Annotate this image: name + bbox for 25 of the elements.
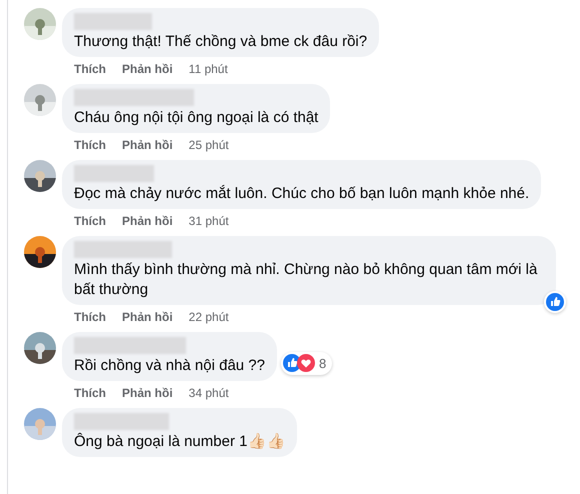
comment-text: Ông bà ngoại là number 1👍🏻👍🏻 xyxy=(74,432,286,452)
comment-time: 34 phút xyxy=(188,385,229,402)
comment-text: Đọc mà chảy nước mắt luôn. Chúc cho bố bạn luôn mạnh khỏe nhé. xyxy=(74,184,530,204)
comment-time: 31 phút xyxy=(188,213,229,230)
comment-time: 22 phút xyxy=(188,309,229,326)
action-link[interactable]: Phản hồi xyxy=(122,212,173,230)
comment-time: 11 phút xyxy=(188,61,228,78)
comment-text: Cháu ông nội tội ông ngoại là có thật xyxy=(74,108,318,128)
comment-time: 25 phút xyxy=(188,137,229,154)
action-link[interactable]: Thích xyxy=(74,308,106,326)
comment-text: Rồi chồng và nhà nội đâu ?? xyxy=(74,356,265,376)
thumbs-up-icon xyxy=(546,293,564,311)
action-link[interactable]: Thích xyxy=(74,60,106,78)
action-link[interactable]: Phản hồi xyxy=(122,136,173,154)
action-link[interactable]: Thích xyxy=(74,136,106,154)
action-link[interactable]: Thích xyxy=(74,212,106,230)
comment-text: Thương thật! Thế chồng và bme ck đâu rồi? xyxy=(74,32,368,52)
reaction-count: 8 xyxy=(318,354,326,372)
action-link[interactable]: Phản hồi xyxy=(122,384,173,402)
action-link[interactable]: Phản hồi xyxy=(122,308,173,326)
action-link[interactable]: Thích xyxy=(74,384,106,402)
comment-text: Mình thấy bình thường mà nhỉ. Chừng nào bỏ không quan tâm mới là bất thường xyxy=(74,260,538,300)
reaction-summary[interactable] xyxy=(544,291,566,313)
reaction-summary[interactable]: 8 xyxy=(280,352,332,375)
action-link[interactable]: Phản hồi xyxy=(122,60,173,78)
